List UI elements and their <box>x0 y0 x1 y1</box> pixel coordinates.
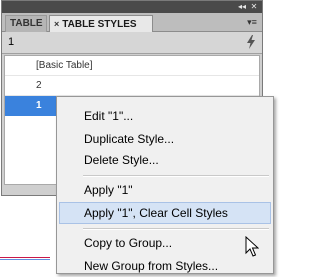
menu-item-delete-style[interactable]: Delete Style... <box>59 149 271 171</box>
close-panel-icon[interactable]: ✕ <box>248 2 260 12</box>
panel-menu-icon[interactable]: ▾≡ <box>245 16 259 28</box>
tab-table-styles[interactable]: × TABLE STYLES <box>49 15 153 32</box>
menu-item-duplicate-style[interactable]: Duplicate Style... <box>59 128 271 150</box>
menu-separator <box>83 175 269 177</box>
menu-item-apply-style[interactable]: Apply "1" <box>59 179 271 201</box>
menu-item-apply-clear-cell-styles[interactable]: Apply "1", Clear Cell Styles <box>59 202 271 224</box>
list-item[interactable]: [Basic Table] <box>5 56 259 76</box>
menu-item-new-group-from-styles[interactable]: New Group from Styles... <box>59 255 271 277</box>
context-menu: Edit "1"... Duplicate Style... Delete St… <box>56 96 274 274</box>
menu-item-copy-to-group[interactable]: Copy to Group... <box>59 232 271 254</box>
menu-item-edit-style[interactable]: Edit "1"... <box>59 105 271 127</box>
page-guide-horizontal <box>0 257 50 258</box>
list-item[interactable]: 2 <box>5 76 259 96</box>
menu-separator <box>83 228 269 230</box>
current-style-name: 1 <box>8 36 15 48</box>
tab-table[interactable]: TABLE <box>5 15 47 32</box>
panel-titlebar[interactable]: ◂◂ ✕ <box>2 1 262 13</box>
collapse-panel-icon[interactable]: ◂◂ <box>236 2 248 12</box>
tab-close-icon[interactable]: × <box>54 19 59 29</box>
tab-table-label: TABLE <box>10 18 43 29</box>
lightning-icon[interactable] <box>246 35 256 49</box>
panel-tabbar: TABLE × TABLE STYLES ▾≡ <box>2 13 262 32</box>
page-frame-edge <box>0 259 50 260</box>
current-style-row: 1 <box>2 32 262 54</box>
mouse-pointer-icon <box>245 236 259 257</box>
tab-table-styles-label: TABLE STYLES <box>62 19 137 30</box>
